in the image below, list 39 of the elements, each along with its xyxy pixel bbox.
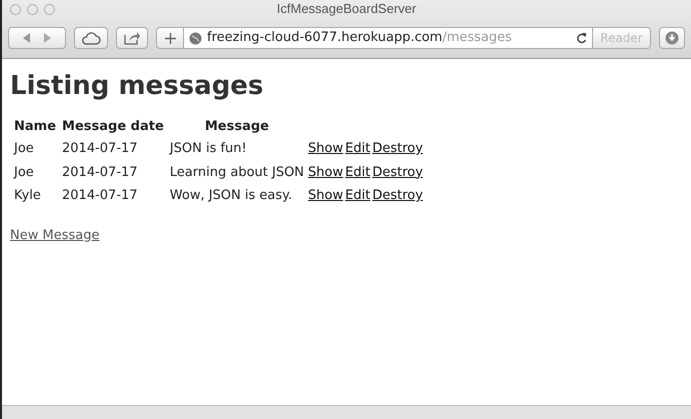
downloads-button[interactable] — [659, 27, 685, 49]
share-button[interactable] — [116, 27, 148, 49]
download-icon — [665, 31, 679, 45]
action-link[interactable]: Show — [308, 164, 344, 180]
column-header: Message — [204, 119, 270, 135]
action-link[interactable]: Edit — [345, 164, 370, 180]
action-link[interactable]: Edit — [345, 188, 370, 203]
cloud-icon — [81, 31, 101, 45]
action-link[interactable]: Destroy — [372, 188, 423, 203]
add-button[interactable] — [156, 27, 184, 49]
page-heading: Listing messages — [10, 73, 264, 99]
action-link[interactable]: Destroy — [372, 141, 423, 156]
action-link[interactable]: Edit — [345, 141, 370, 156]
plus-icon — [164, 32, 176, 44]
window-title: IcfMessageBoardServer — [276, 0, 416, 18]
table-cell-text: Wow, JSON is easy. — [168, 187, 294, 205]
forward-icon — [43, 33, 51, 43]
table-cell-text: Joe — [12, 164, 35, 182]
action-link[interactable]: Destroy — [372, 164, 423, 180]
action-link[interactable]: Show — [308, 141, 344, 156]
action-link[interactable]: Show — [308, 188, 344, 203]
share-icon — [124, 31, 140, 45]
table-cell-text: Kyle — [13, 187, 42, 205]
table-cell-text: 2014-07-17 — [61, 140, 139, 158]
back-forward-button[interactable] — [8, 27, 66, 49]
table-cell-text: Joe — [12, 140, 35, 158]
address-field[interactable]: freezing-cloud-6077.herokuapp.com/messages — [184, 27, 593, 49]
back-icon — [23, 33, 31, 43]
new-message-link[interactable]: New Message — [10, 226, 100, 245]
url-text: freezing-cloud-6077.herokuapp.com/messages — [207, 29, 512, 48]
table-cell-text: JSON is fun! — [168, 140, 248, 158]
column-header: Message date — [61, 119, 165, 135]
table-cell-text: Learning about JSON — [168, 164, 306, 182]
table-cell-text: 2014-07-17 — [61, 187, 139, 205]
cloud-button[interactable] — [74, 27, 108, 49]
reload-icon[interactable] — [576, 32, 587, 44]
column-header: Name — [13, 119, 58, 135]
table-cell-text: 2014-07-17 — [61, 164, 139, 182]
globe-icon — [189, 32, 202, 44]
